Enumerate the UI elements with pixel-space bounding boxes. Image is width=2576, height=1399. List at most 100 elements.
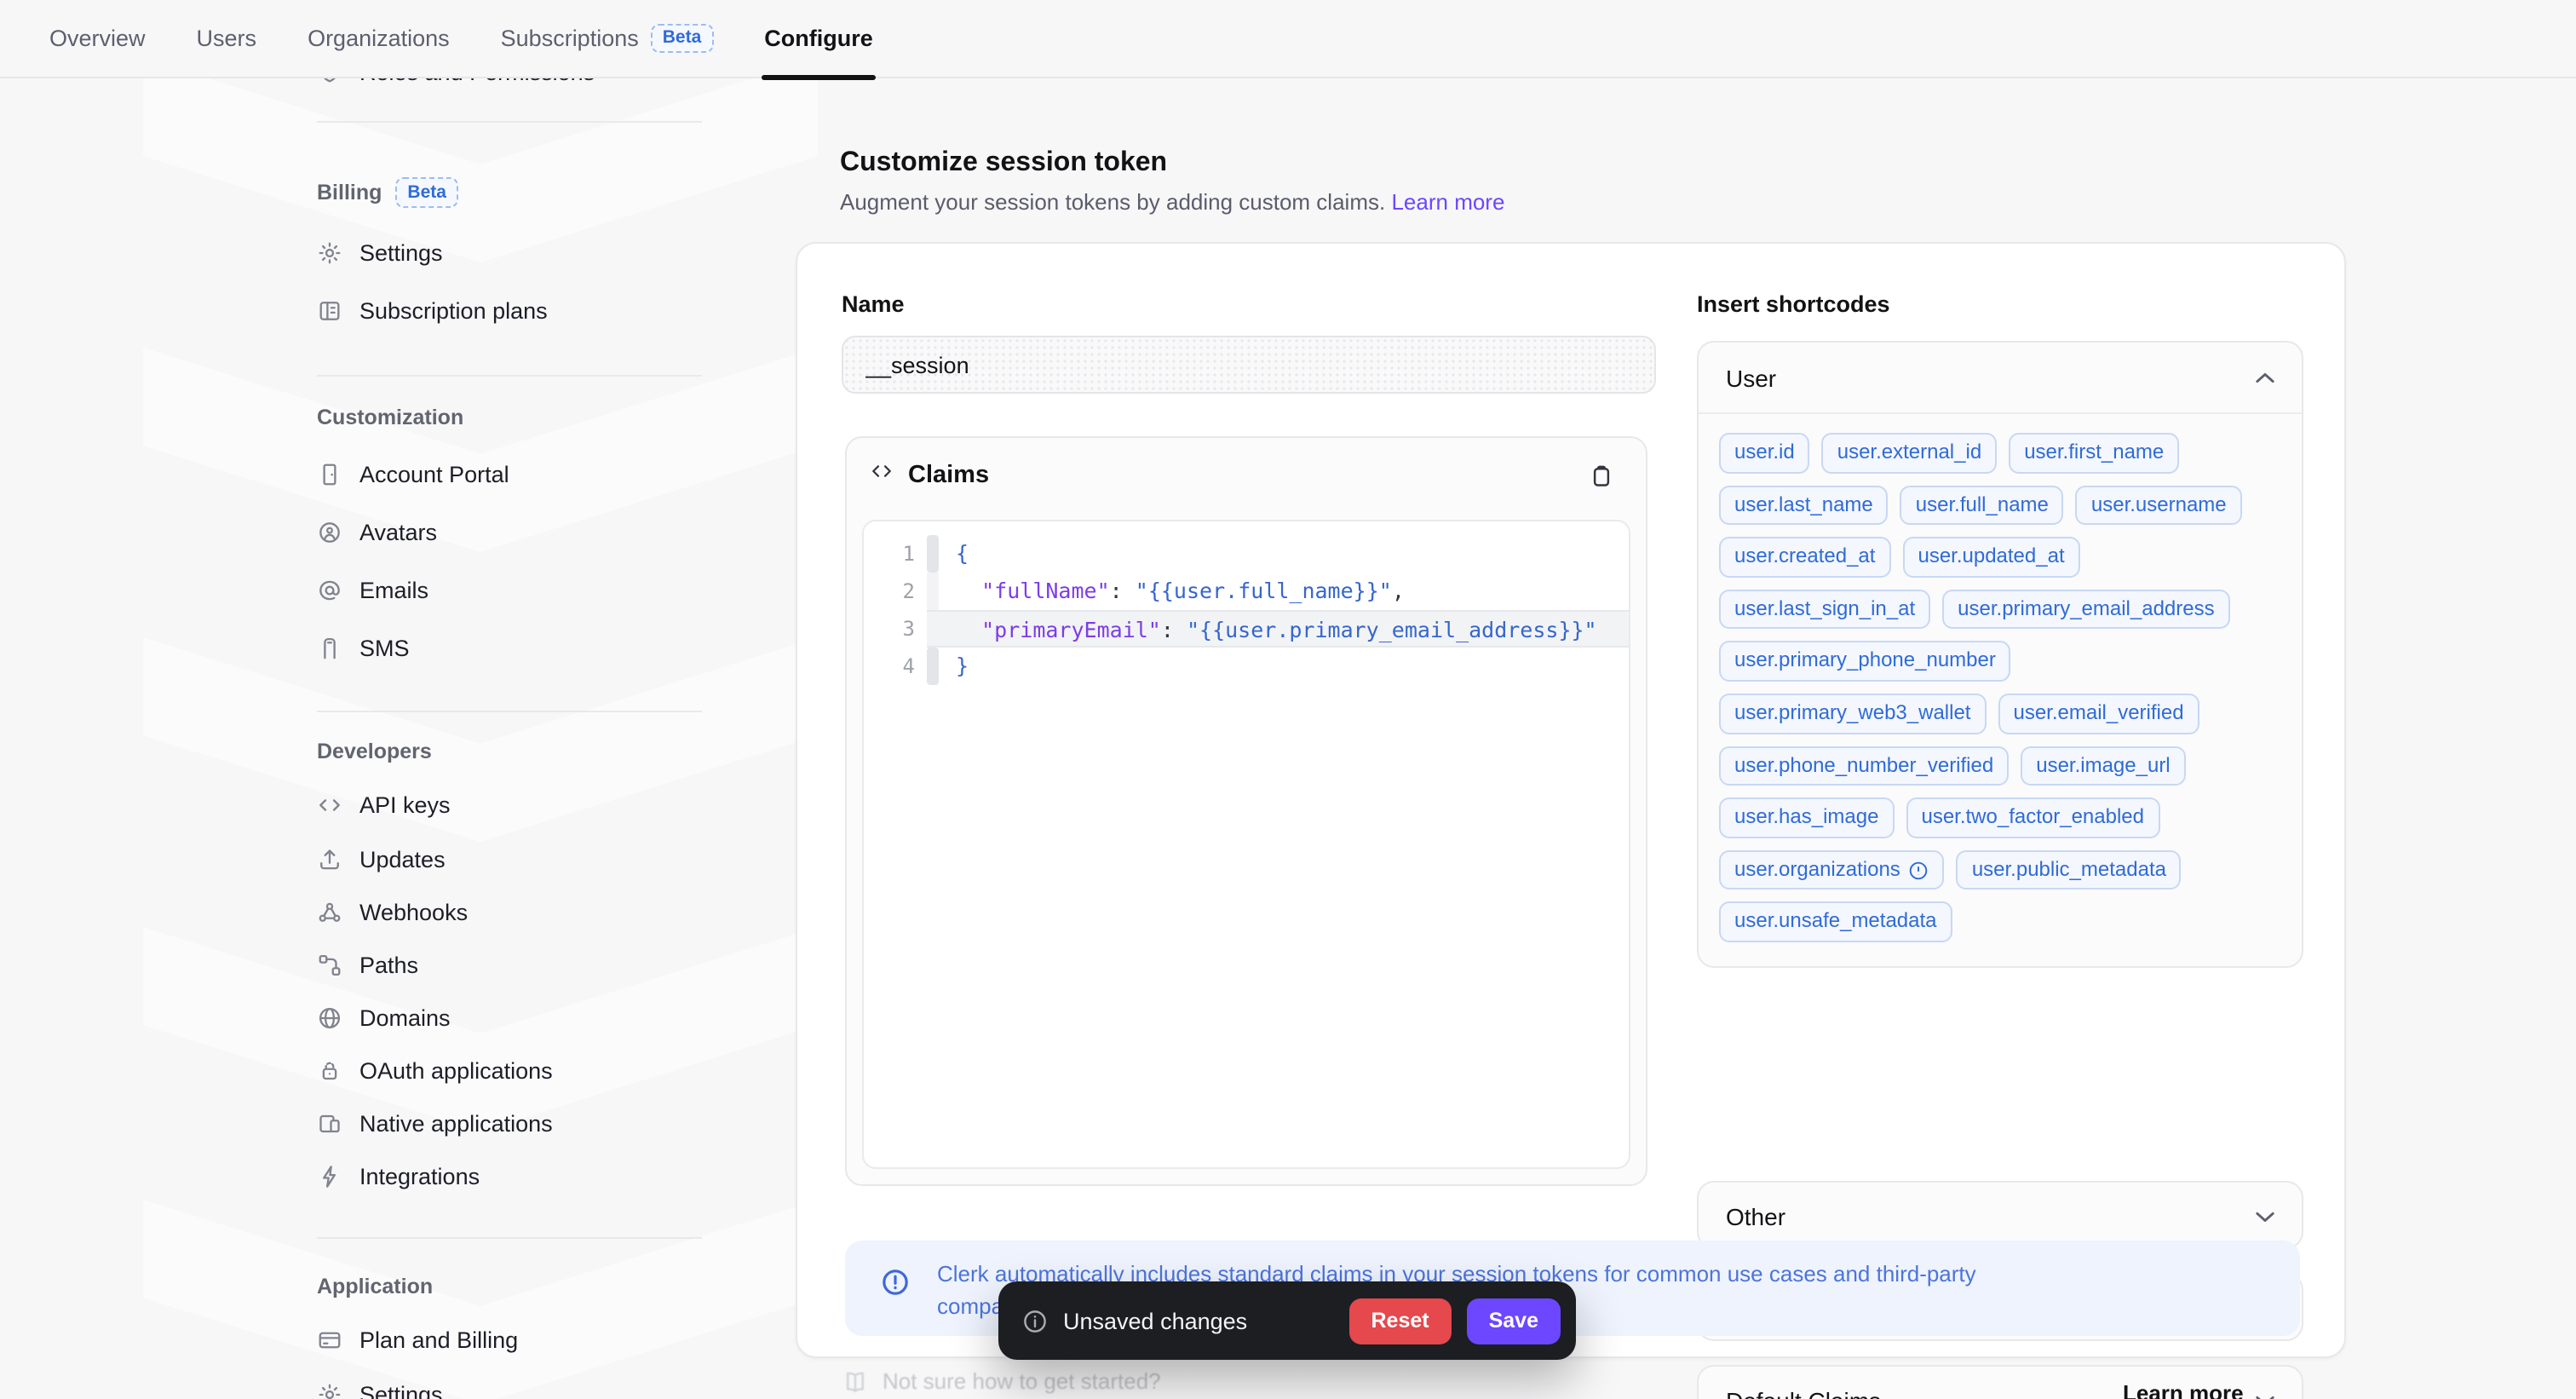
shortcode-chip-user.unsafe_metadata[interactable]: user.unsafe_metadata: [1719, 902, 1952, 942]
line-number: 1: [864, 535, 915, 573]
paths-icon: [317, 953, 342, 978]
beta-badge: Beta: [651, 23, 714, 53]
shortcode-chip-user.image_url[interactable]: user.image_url: [2021, 746, 2185, 786]
claims-editor-box: Claims 1{2 "fullName": "{{user.full_name…: [845, 436, 1647, 1186]
sidebar-section-label: Customization: [317, 406, 463, 429]
save-button[interactable]: Save: [1467, 1298, 1561, 1344]
shortcode-chip-user.username[interactable]: user.username: [2076, 485, 2242, 525]
shortcode-chip-user.id[interactable]: user.id: [1719, 433, 1810, 473]
sidebar-divider: [317, 121, 702, 123]
footer-learn-more-link[interactable]: Learn more: [2123, 1380, 2244, 1399]
unsaved-changes-toast: Unsaved changes Reset Save: [998, 1281, 1576, 1360]
shortcode-chip-user.email_verified[interactable]: user.email_verified: [1998, 694, 2199, 734]
sidebar-item-label: Integrations: [359, 1164, 480, 1189]
nav-tab-users[interactable]: Users: [197, 0, 257, 78]
learn-more-link[interactable]: Learn more: [1391, 189, 1504, 215]
sidebar-item-label: SMS: [359, 636, 410, 661]
shortcode-chip-user.primary_email_address[interactable]: user.primary_email_address: [1942, 590, 2229, 630]
chip-label: user.first_name: [2024, 440, 2164, 466]
sidebar-section-label: Application: [317, 1275, 433, 1298]
sidebar-item-avatars[interactable]: Avatars: [317, 520, 709, 545]
sidebar-item-sms[interactable]: SMS: [317, 636, 709, 661]
sidebar-item-domains[interactable]: Domains: [317, 1005, 709, 1031]
gear-icon: [317, 1382, 342, 1399]
reset-button[interactable]: Reset: [1349, 1298, 1452, 1344]
name-input[interactable]: [842, 336, 1656, 394]
shortcode-chip-user.first_name[interactable]: user.first_name: [2009, 433, 2179, 473]
code-line-content: "fullName": "{{user.full_name}}",: [939, 573, 1629, 610]
portal-icon: [317, 462, 342, 487]
shortcode-chip-user.last_sign_in_at[interactable]: user.last_sign_in_at: [1719, 590, 1930, 630]
sidebar-item-account-portal[interactable]: Account Portal: [317, 462, 709, 487]
code-line-content: {: [939, 535, 1629, 573]
shortcode-chip-user.updated_at[interactable]: user.updated_at: [1902, 537, 2079, 577]
sidebar-item-integrations[interactable]: Integrations: [317, 1164, 709, 1189]
sidebar-item-label: Native applications: [359, 1111, 553, 1137]
chip-label: user.phone_number_verified: [1734, 752, 1993, 779]
sidebar: Roles and PermissionsBillingBetaSettings…: [0, 78, 770, 1399]
shortcode-chip-user.primary_phone_number[interactable]: user.primary_phone_number: [1719, 642, 2011, 682]
code-line-4[interactable]: 4}: [864, 648, 1629, 685]
chip-label: user.email_verified: [2013, 700, 2183, 727]
sidebar-item-label: Account Portal: [359, 462, 509, 487]
shortcode-chip-user.has_image[interactable]: user.has_image: [1719, 797, 1894, 838]
shortcode-chip-user.two_factor_enabled[interactable]: user.two_factor_enabled: [1906, 797, 2159, 838]
user-accordion-header[interactable]: User: [1699, 343, 2302, 414]
shortcode-chip-user.phone_number_verified[interactable]: user.phone_number_verified: [1719, 746, 2009, 786]
sidebar-item-emails[interactable]: Emails: [317, 578, 709, 603]
sidebar-item-oauth-applications[interactable]: OAuth applications: [317, 1058, 709, 1084]
card-icon: [317, 1327, 342, 1353]
app-window: Roles and PermissionsBillingBetaSettings…: [0, 0, 2576, 1399]
chip-label: user.has_image: [1734, 804, 1878, 831]
shortcode-chip-user.external_id[interactable]: user.external_id: [1822, 433, 1997, 473]
shortcode-chip-user.public_metadata[interactable]: user.public_metadata: [1957, 850, 2182, 890]
copy-icon[interactable]: [1581, 455, 1622, 496]
fold-gutter: [927, 535, 939, 573]
code-line-2[interactable]: 2 "fullName": "{{user.full_name}}",: [864, 573, 1629, 610]
shortcode-chip-user.last_name[interactable]: user.last_name: [1719, 485, 1889, 525]
chevron-up-icon: [2256, 371, 2274, 384]
nav-tab-organizations[interactable]: Organizations: [308, 0, 450, 78]
code-brackets-icon: [871, 460, 893, 491]
sidebar-item-label: Paths: [359, 953, 418, 978]
nav-tab-label: Overview: [49, 26, 146, 51]
shortcode-group-user: User user.id user.external_id user.first_n…: [1697, 341, 2303, 968]
sidebar-item-plan-and-billing[interactable]: Plan and Billing: [317, 1327, 709, 1353]
sidebar-item-subscription-plans[interactable]: Subscription plans: [317, 298, 709, 324]
devices-icon: [317, 1111, 342, 1137]
shortcode-chip-user.organizations[interactable]: user.organizations: [1719, 850, 1945, 890]
code-line-3[interactable]: 3 "primaryEmail": "{{user.primary_email_…: [864, 610, 1629, 648]
nav-tab-configure[interactable]: Configure: [764, 0, 873, 78]
toast-label: Unsaved changes: [1063, 1308, 1247, 1333]
bolt-icon: [317, 1164, 342, 1189]
sidebar-item-api-keys[interactable]: API keys: [317, 792, 709, 818]
alert-circle-icon: [881, 1268, 910, 1305]
sidebar-item-settings[interactable]: Settings: [317, 1382, 709, 1399]
accordion-label: Other: [1726, 1203, 1785, 1230]
chip-label: user.last_sign_in_at: [1734, 596, 1915, 623]
avatar-icon: [317, 520, 342, 545]
nav-tab-overview[interactable]: Overview: [49, 0, 146, 78]
sidebar-item-label: Subscription plans: [359, 298, 548, 324]
accordion-label: Default Claims: [1726, 1387, 1881, 1399]
sidebar-item-label: Domains: [359, 1005, 451, 1031]
nav-tab-subscriptions[interactable]: SubscriptionsBeta: [501, 0, 714, 78]
lock-icon: [317, 1058, 342, 1084]
sidebar-item-paths[interactable]: Paths: [317, 953, 709, 978]
sidebar-item-settings[interactable]: Settings: [317, 240, 709, 266]
sidebar-item-updates[interactable]: Updates: [317, 847, 709, 872]
sidebar-item-webhooks[interactable]: Webhooks: [317, 900, 709, 925]
shortcode-chip-user.primary_web3_wallet[interactable]: user.primary_web3_wallet: [1719, 694, 1986, 734]
chip-label: user.full_name: [1916, 492, 2049, 518]
claims-code-editor[interactable]: 1{2 "fullName": "{{user.full_name}}",3 "…: [862, 520, 1630, 1169]
claims-title: Claims: [908, 462, 989, 489]
upload-icon: [317, 847, 342, 872]
code-line-1[interactable]: 1{: [864, 535, 1629, 573]
line-number: 4: [864, 648, 915, 685]
sidebar-item-native-applications[interactable]: Native applications: [317, 1111, 709, 1137]
insert-shortcodes-heading: Insert shortcodes: [1697, 291, 1890, 317]
sidebar-divider: [317, 711, 702, 712]
shortcode-chip-user.full_name[interactable]: user.full_name: [1900, 485, 2064, 525]
shortcode-chip-user.created_at[interactable]: user.created_at: [1719, 537, 1890, 577]
name-label: Name: [842, 291, 905, 317]
